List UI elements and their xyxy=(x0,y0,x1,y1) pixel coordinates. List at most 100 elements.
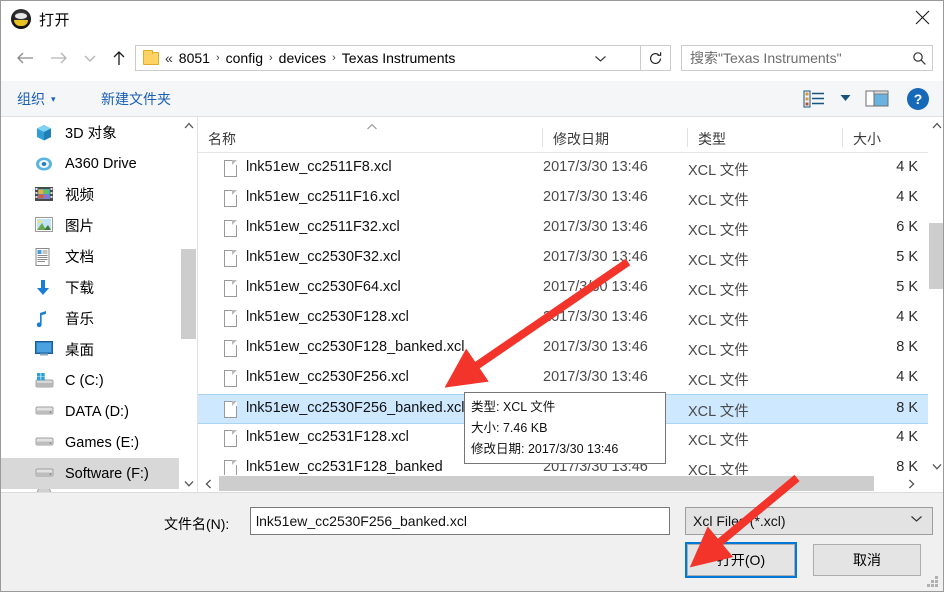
sidebar-item-data-drive[interactable]: DATA (D:) xyxy=(1,396,179,427)
breadcrumb-separator-1[interactable]: › xyxy=(210,52,226,64)
sidebar-item-label: 视频 xyxy=(65,188,94,204)
breadcrumb-item-8051[interactable]: 8051 xyxy=(179,50,210,66)
list-view-icon[interactable] xyxy=(803,89,827,109)
system-drive-icon xyxy=(35,372,57,390)
open-button[interactable]: 打开(O) xyxy=(685,542,797,578)
chevron-down-icon[interactable] xyxy=(840,94,851,104)
column-header-name-label: 名称 xyxy=(208,130,236,147)
sidebar-item-desktop[interactable]: 桌面 xyxy=(1,334,179,365)
sidebar-item-a360-drive[interactable]: A360 Drive xyxy=(1,148,179,179)
desktop-icon xyxy=(35,340,57,359)
chevron-down-icon: ▾ xyxy=(51,93,56,104)
file-size: 4 K xyxy=(896,429,918,445)
window-title: 打开 xyxy=(39,11,71,29)
column-header-name[interactable]: 名称 xyxy=(198,123,543,152)
videos-icon xyxy=(35,186,57,204)
file-tooltip: 类型: XCL 文件 大小: 7.46 KB 修改日期: 2017/3/30 1… xyxy=(464,392,666,464)
table-row[interactable]: lnk51ew_cc2511F32.xcl 2017/3/30 13:46 XC… xyxy=(198,214,928,244)
folder-icon xyxy=(143,49,159,65)
app-icon xyxy=(11,9,31,29)
chevron-down-icon[interactable] xyxy=(77,41,103,75)
column-header-type-label: 类型 xyxy=(698,130,726,147)
table-row[interactable]: lnk51ew_cc2530F64.xcl 2017/3/30 13:46 XC… xyxy=(198,274,928,304)
sidebar-item-music[interactable]: 音乐 xyxy=(1,303,179,334)
sidebar-item-label: DATA (D:) xyxy=(65,403,129,420)
resize-grip[interactable] xyxy=(927,576,939,588)
sidebar-item-label: 文档 xyxy=(65,250,94,266)
chevron-up-icon[interactable] xyxy=(180,117,197,134)
refresh-icon[interactable] xyxy=(641,45,671,71)
sidebar-scrollbar[interactable] xyxy=(179,117,196,492)
chevron-right-icon[interactable] xyxy=(903,475,920,492)
table-row[interactable]: lnk51ew_cc2530F128.xcl 2017/3/30 13:46 X… xyxy=(198,304,928,334)
chevron-down-icon[interactable] xyxy=(588,46,612,70)
table-row[interactable]: lnk51ew_cc2530F32.xcl 2017/3/30 13:46 XC… xyxy=(198,244,928,274)
table-row[interactable]: lnk51ew_cc2511F16.xcl 2017/3/30 13:46 XC… xyxy=(198,184,928,214)
sidebar-scrollbar-thumb[interactable] xyxy=(181,249,196,339)
sidebar-item-documents[interactable]: 文档 xyxy=(1,241,179,272)
chevron-down-icon[interactable] xyxy=(928,458,943,475)
filename-input[interactable]: lnk51ew_cc2530F256_banked.xcl xyxy=(250,507,670,535)
sidebar-item-3d-objects[interactable]: 3D 对象 xyxy=(1,117,179,148)
file-list-scrollbar[interactable] xyxy=(928,117,943,475)
file-size: 5 K xyxy=(896,249,918,265)
breadcrumb-separator-2[interactable]: › xyxy=(263,52,279,64)
table-row[interactable]: lnk51ew_cc2530F128_banked.xcl 2017/3/30 … xyxy=(198,334,928,364)
file-type: XCL 文件 xyxy=(688,253,749,269)
column-header-type[interactable]: 类型 xyxy=(688,125,843,152)
sidebar-item-pictures[interactable]: 图片 xyxy=(1,210,179,241)
breadcrumb-separator-3[interactable]: › xyxy=(326,52,342,64)
file-type: XCL 文件 xyxy=(688,163,749,179)
file-name: lnk51ew_cc2511F32.xcl xyxy=(246,219,400,235)
table-row[interactable]: lnk51ew_cc2530F256.xcl 2017/3/30 13:46 X… xyxy=(198,364,928,394)
file-size: 4 K xyxy=(896,309,918,325)
file-list-scrollbar-thumb[interactable] xyxy=(929,223,943,289)
close-icon[interactable] xyxy=(899,1,943,33)
chevron-down-icon[interactable] xyxy=(180,475,197,492)
file-size: 8 K xyxy=(896,339,918,355)
file-name: lnk51ew_cc2530F128_banked.xcl xyxy=(246,339,465,355)
arrow-left-icon[interactable] xyxy=(9,41,41,75)
breadcrumb-item-texas-instruments[interactable]: Texas Instruments xyxy=(342,50,456,66)
arrow-up-icon[interactable] xyxy=(105,41,133,75)
preview-pane-icon[interactable] xyxy=(865,89,893,109)
navigation-bar: « › 8051 › config › devices › Texas Inst… xyxy=(1,41,943,75)
file-name: lnk51ew_cc2530F256.xcl xyxy=(246,369,409,385)
organize-button[interactable]: 组织 ▾ xyxy=(17,89,56,109)
file-icon xyxy=(224,250,237,267)
file-list-hscrollbar-thumb[interactable] xyxy=(219,476,874,491)
sidebar-item-label: 图片 xyxy=(65,219,94,235)
sidebar-item-videos[interactable]: 视频 xyxy=(1,179,179,210)
breadcrumb-overflow[interactable]: « xyxy=(165,50,173,66)
search-icon[interactable] xyxy=(906,51,932,66)
arrow-right-icon[interactable] xyxy=(43,41,75,75)
table-row[interactable]: lnk51ew_cc2511F8.xcl 2017/3/30 13:46 XCL… xyxy=(198,154,928,184)
new-folder-button[interactable]: 新建文件夹 xyxy=(101,89,171,109)
file-icon xyxy=(224,220,237,237)
column-header-size[interactable]: 大小 xyxy=(843,125,928,152)
filetype-value: Xcl Files (*.xcl) xyxy=(693,513,786,529)
file-date: 2017/3/30 13:46 xyxy=(543,189,648,205)
file-icon xyxy=(224,160,237,177)
breadcrumb[interactable]: « › 8051 › config › devices › Texas Inst… xyxy=(135,45,641,71)
file-icon xyxy=(224,310,237,327)
column-header-date[interactable]: 修改日期 xyxy=(543,125,688,152)
sidebar-item-label: 音乐 xyxy=(65,312,94,328)
file-name: lnk51ew_cc2511F16.xcl xyxy=(246,189,400,205)
breadcrumb-item-devices[interactable]: devices xyxy=(279,50,326,66)
chevron-up-icon[interactable] xyxy=(928,117,943,134)
search-input[interactable]: 搜索"Texas Instruments" xyxy=(681,45,933,71)
cancel-button[interactable]: 取消 xyxy=(813,544,921,576)
breadcrumb-item-config[interactable]: config xyxy=(226,50,263,66)
a360-drive-icon xyxy=(35,155,57,173)
filetype-select[interactable]: Xcl Files (*.xcl) xyxy=(685,507,933,535)
file-list-hscrollbar[interactable] xyxy=(198,475,943,492)
sidebar-item-c-drive[interactable]: C (C:) xyxy=(1,365,179,396)
sidebar-item-downloads[interactable]: 下载 xyxy=(1,272,179,303)
chevron-left-icon[interactable] xyxy=(200,475,217,492)
pictures-icon xyxy=(35,216,57,235)
sidebar-item-software-drive[interactable]: Software (F:) xyxy=(1,458,179,489)
sidebar-item-games-drive[interactable]: Games (E:) xyxy=(1,427,179,458)
file-icon xyxy=(224,280,237,297)
help-button[interactable]: ? xyxy=(907,88,929,110)
